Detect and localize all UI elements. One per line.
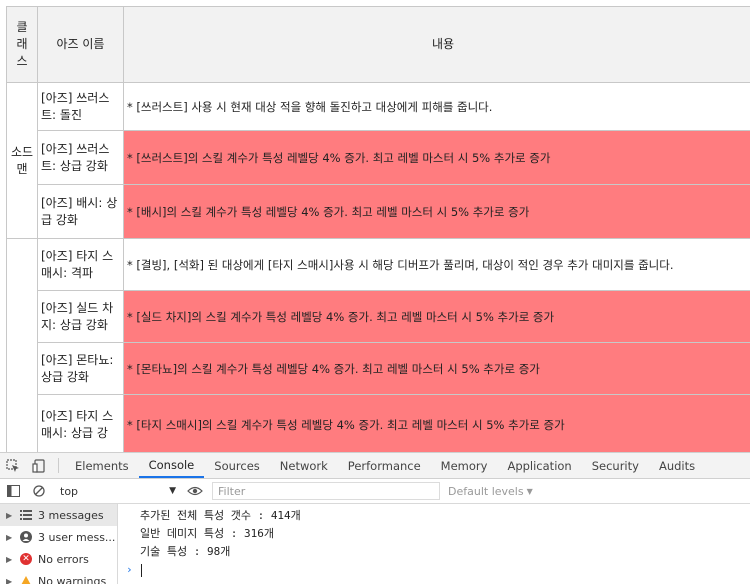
header-desc: 내용: [123, 6, 750, 83]
clear-console-icon[interactable]: [26, 485, 52, 497]
user-icon: [20, 531, 32, 543]
table-row: [아즈] 실드 차지: 상급 강화 * [실드 차지]의 스킬 계수가 특성 레벨…: [7, 290, 750, 343]
sidebar-item-label: 3 user mess...: [38, 530, 116, 544]
table-row: [아즈] 배시: 상급 강화 * [배시]의 스킬 계수가 특성 레벨당 4% 증…: [7, 184, 750, 239]
arz-desc-cell: * [결빙], [석화] 된 대상에게 [타지 스매시]사용 시 해당 디버프가…: [123, 238, 750, 291]
console-message: 기술 특성 : 98개: [140, 545, 231, 558]
arz-name-cell: [아즈] 쓰러스트: 돌진: [37, 82, 124, 131]
devtools-tabs: Elements Console Sources Network Performance…: [65, 453, 705, 478]
expand-caret-icon[interactable]: ▶: [6, 511, 14, 520]
tab-memory[interactable]: Memory: [431, 453, 498, 478]
tab-sources[interactable]: Sources: [204, 453, 270, 478]
tab-security[interactable]: Security: [582, 453, 649, 478]
expand-caret-icon[interactable]: ▶: [6, 577, 14, 584]
tab-application[interactable]: Application: [497, 453, 581, 478]
console-sidebar-item[interactable]: ▶ ✕ No errors: [0, 548, 117, 570]
console-sidebar: ▶ 3 messages ▶ 3 user mess... ▶ ✕ No errors ▶ No…: [0, 504, 118, 584]
prompt-chevron-icon: ›: [126, 563, 133, 576]
list-icon: [20, 509, 32, 521]
arz-desc-cell: * [실드 차지]의 스킬 계수가 특성 레벨당 4% 증가. 최고 레벨 마스…: [123, 290, 750, 343]
sidebar-item-label: No warnings: [38, 574, 107, 584]
console-message: 일반 데미지 특성 : 316개: [140, 527, 274, 540]
console-sidebar-item[interactable]: ▶ 3 messages: [0, 504, 117, 526]
table-header-row: 클래스 아즈 이름 내용: [6, 6, 750, 83]
arz-table: 클래스 아즈 이름 내용 소드맨 [아즈] 쓰러스트: 돌진 * [쓰러스트] 사…: [6, 6, 750, 452]
console-message: 추가된 전체 특성 갯수 : 414개: [140, 509, 301, 522]
devtools-tab-bar: Elements Console Sources Network Performance…: [0, 453, 750, 479]
web-page: 클래스 아즈 이름 내용 소드맨 [아즈] 쓰러스트: 돌진 * [쓰러스트] 사…: [0, 0, 750, 452]
error-icon: ✕: [20, 553, 32, 565]
arz-name-cell: [아즈] 타지 스매시: 상급 강: [37, 394, 124, 452]
arz-name-cell: [아즈] 배시: 상급 강화: [37, 184, 124, 239]
chevron-down-icon: ▼: [526, 486, 533, 496]
console-filter-input[interactable]: Filter: [212, 482, 440, 500]
table-row: [아즈] 타지 스매시: 상급 강 * [타지 스매시]의 스킬 계수가 특성 …: [7, 394, 750, 452]
arz-name-cell: [아즈] 쓰러스트: 상급 강화: [37, 130, 124, 185]
inspect-element-icon[interactable]: [0, 453, 26, 478]
expand-caret-icon[interactable]: ▶: [6, 555, 14, 564]
console-prompt[interactable]: ›: [126, 561, 750, 579]
header-name: 아즈 이름: [37, 6, 124, 83]
arz-name-cell: [아즈] 실드 차지: 상급 강화: [37, 290, 124, 343]
live-expression-eye-icon[interactable]: [184, 486, 206, 496]
expand-caret-icon[interactable]: ▶: [6, 533, 14, 542]
device-toolbar-icon[interactable]: [26, 453, 52, 478]
class-cell: [6, 238, 38, 452]
table-row: [아즈] 쓰러스트: 상급 강화 * [쓰러스트]의 스킬 계수가 특성 레벨당 …: [7, 130, 750, 185]
console-body: ▶ 3 messages ▶ 3 user mess... ▶ ✕ No errors ▶ No…: [0, 504, 750, 584]
arz-desc-cell: * [쓰러스트] 사용 시 현재 대상 적을 향해 돌진하고 대상에게 피해를 …: [123, 82, 750, 131]
arz-desc-cell: * [몬타뇨]의 스킬 계수가 특성 레벨당 4% 증가. 최고 레벨 마스터 …: [123, 342, 750, 395]
tab-elements[interactable]: Elements: [65, 453, 139, 478]
class-cell: 소드맨: [6, 82, 38, 239]
context-selector[interactable]: top ▼: [54, 482, 180, 500]
table-body: 소드맨 [아즈] 쓰러스트: 돌진 * [쓰러스트] 사용 시 현재 대상 적을 …: [6, 82, 750, 452]
console-sidebar-item[interactable]: ▶ 3 user mess...: [0, 526, 117, 548]
console-toolbar: top ▼ Filter Default levels ▼: [0, 479, 750, 504]
log-levels-label: Default levels: [448, 484, 524, 498]
tab-console[interactable]: Console: [138, 453, 205, 478]
context-value: top: [60, 484, 79, 498]
devtools-panel: Elements Console Sources Network Performance…: [0, 452, 750, 584]
table-row: [아즈] 타지 스매시: 격파 * [결빙], [석화] 된 대상에게 [타지 …: [6, 238, 750, 452]
console-messages: 추가된 전체 특성 갯수 : 414개일반 데미지 특성 : 316개기술 특성…: [140, 507, 750, 561]
arz-desc-cell: * [배시]의 스킬 계수가 특성 레벨당 4% 증가. 최고 레벨 마스터 시…: [123, 184, 750, 239]
console-log[interactable]: 추가된 전체 특성 갯수 : 414개일반 데미지 특성 : 316개기술 특성…: [118, 504, 750, 584]
table-row: 소드맨 [아즈] 쓰러스트: 돌진 * [쓰러스트] 사용 시 현재 대상 적을 …: [6, 82, 750, 239]
sidebar-item-label: 3 messages: [38, 508, 104, 522]
arz-desc-cell: * [쓰러스트]의 스킬 계수가 특성 레벨당 4% 증가. 최고 레벨 마스터…: [123, 130, 750, 185]
arz-name-cell: [아즈] 몬타뇨: 상급 강화: [37, 342, 124, 395]
sidebar-item-label: No errors: [38, 552, 89, 566]
log-levels-dropdown[interactable]: Default levels ▼: [448, 485, 533, 498]
table-row: [아즈] 몬타뇨: 상급 강화 * [몬타뇨]의 스킬 계수가 특성 레벨당 4…: [7, 342, 750, 395]
header-class: 클래스: [6, 6, 38, 83]
sidebar-toggle-icon[interactable]: [0, 485, 26, 497]
text-cursor: [140, 564, 142, 577]
tab-network[interactable]: Network: [270, 453, 338, 478]
arz-desc-cell: * [타지 스매시]의 스킬 계수가 특성 레벨당 4% 증가. 최고 레벨 마…: [123, 394, 750, 452]
filter-placeholder: Filter: [218, 484, 246, 498]
class-label: 소드맨: [10, 144, 34, 176]
tab-separator: [58, 458, 59, 473]
tab-audits[interactable]: Audits: [649, 453, 705, 478]
chevron-down-icon: ▼: [169, 486, 176, 496]
console-sidebar-item[interactable]: ▶ No warnings: [0, 570, 117, 584]
arz-name-cell: [아즈] 타지 스매시: 격파: [37, 238, 124, 291]
tab-performance[interactable]: Performance: [338, 453, 431, 478]
warning-icon: [20, 575, 32, 584]
